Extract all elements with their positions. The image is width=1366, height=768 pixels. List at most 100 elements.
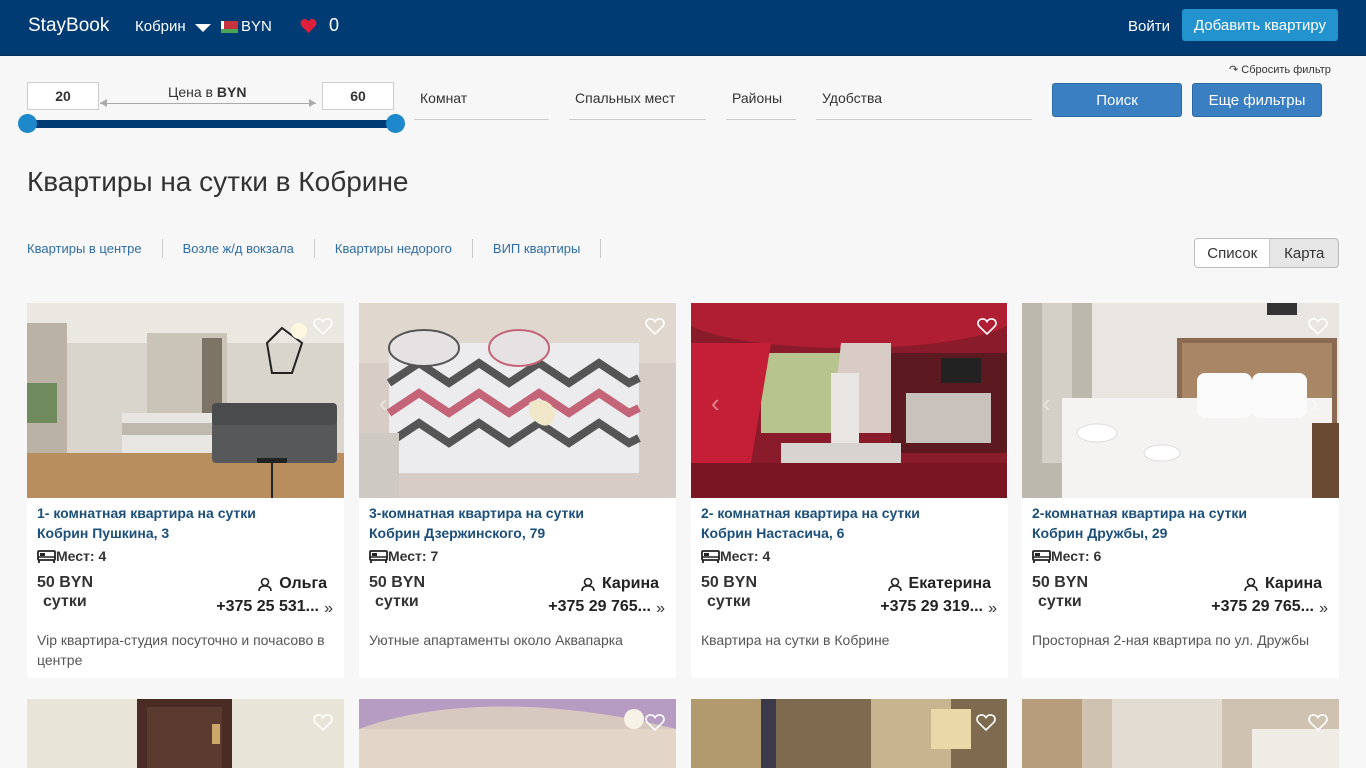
rooms-filter[interactable]: Комнат [414, 88, 549, 120]
listing-photo[interactable]: ‹ [359, 303, 676, 498]
price-max-input[interactable]: 60 [322, 82, 394, 110]
login-link[interactable]: Войти [1128, 18, 1170, 35]
listing-photo[interactable]: ‹ › [1022, 303, 1339, 498]
listing-card[interactable] [359, 699, 676, 768]
user-icon [1244, 577, 1258, 591]
host-name: Ольга [279, 575, 327, 592]
host-phone[interactable]: +375 29 765... [1211, 598, 1314, 616]
listing-title[interactable]: 1- комнатная квартира на сутки Кобрин Пу… [37, 503, 337, 543]
listing-type: 1- комнатная квартира на сутки [37, 505, 256, 521]
quicklink-center[interactable]: Квартиры в центре [27, 239, 163, 258]
price-label: Цена в BYN [168, 84, 246, 100]
favorites-link[interactable]: 0 [300, 15, 339, 36]
prev-photo-arrow[interactable]: ‹ [711, 388, 720, 419]
reset-filter-link[interactable]: ↷ Сбросить фильтр [1229, 63, 1331, 76]
listing-card[interactable] [691, 699, 1008, 768]
bed-icon [369, 550, 388, 563]
city-label: Кобрин [135, 18, 186, 35]
listing-title[interactable]: 2- комнатная квартира на сутки Кобрин На… [701, 503, 1001, 543]
listing-card[interactable] [1022, 699, 1339, 768]
favorite-heart-icon[interactable] [313, 317, 333, 340]
bed-icon [37, 550, 56, 563]
price-currency: BYN [216, 84, 247, 100]
listing-host: Карина [1244, 575, 1322, 593]
prev-photo-arrow[interactable]: ‹ [1042, 388, 1051, 419]
listing-card[interactable]: 1- комнатная квартира на сутки Кобрин Пу… [27, 303, 344, 678]
listing-card[interactable]: ‹ 3-комнатная квартира на сутки Кобрин Д… [359, 303, 676, 678]
map-view-button[interactable]: Карта [1270, 239, 1338, 267]
listing-title[interactable]: 2-комнатная квартира на сутки Кобрин Дру… [1032, 503, 1332, 543]
heart-icon [300, 19, 317, 33]
city-selector[interactable]: Кобрин [135, 18, 211, 35]
price-slider-min-handle[interactable] [18, 114, 37, 133]
price-label-text: Цена в [168, 84, 213, 100]
price-slider-track[interactable] [27, 120, 395, 128]
add-apartment-button[interactable]: Добавить квартиру [1182, 9, 1338, 41]
listing-title[interactable]: 3-комнатная квартира на сутки Кобрин Дзе… [369, 503, 669, 543]
price-slider-max-handle[interactable] [386, 114, 405, 133]
listing-card[interactable] [27, 699, 344, 768]
host-phone[interactable]: +375 25 531... [216, 598, 319, 616]
quick-filter-links: Квартиры в центре Возле ж/д вокзала Квар… [27, 239, 621, 258]
more-filters-button[interactable]: Еще фильтры [1192, 83, 1322, 117]
listing-photo[interactable] [691, 699, 1007, 768]
bed-icon [701, 550, 720, 563]
price-range-arrow [100, 99, 316, 107]
view-toggle: Список Карта [1194, 238, 1339, 268]
listing-photo[interactable] [359, 699, 676, 768]
double-chevron-right-icon[interactable]: » [988, 600, 997, 618]
favorite-heart-icon[interactable] [1308, 317, 1328, 340]
user-icon [258, 577, 273, 591]
price-value: 50 BYN [1032, 574, 1089, 591]
double-chevron-right-icon[interactable]: » [1319, 600, 1328, 618]
host-phone[interactable]: +375 29 319... [880, 598, 983, 616]
listing-photo[interactable]: ‹ [691, 303, 1008, 498]
quicklink-cheap[interactable]: Квартиры недорого [335, 239, 473, 258]
listing-places: Мест: 4 [701, 548, 770, 564]
double-chevron-right-icon[interactable]: » [324, 600, 333, 618]
listing-type: 2-комнатная квартира на сутки [1032, 505, 1248, 521]
favorite-heart-icon[interactable] [645, 713, 665, 736]
listing-description: Vip квартира-студия посуточно и почасово… [37, 632, 325, 668]
host-phone[interactable]: +375 29 765... [548, 598, 651, 616]
listing-photo[interactable] [27, 699, 344, 768]
prev-photo-arrow[interactable]: ‹ [379, 388, 388, 419]
listing-address: Кобрин Дружбы, 29 [1032, 525, 1168, 541]
favorite-heart-icon[interactable] [977, 317, 997, 340]
user-icon [581, 577, 595, 591]
listing-type: 2- комнатная квартира на сутки [701, 505, 920, 521]
favorite-heart-icon[interactable] [976, 713, 996, 736]
places-count: Мест: 7 [388, 548, 439, 564]
bed-icon [1032, 550, 1051, 563]
next-photo-arrow[interactable]: › [1310, 388, 1319, 419]
host-name: Екатерина [908, 575, 991, 592]
page-title: Квартиры на сутки в Кобрине [27, 166, 409, 197]
user-icon [887, 577, 902, 591]
listing-card[interactable]: ‹ › 2-комнатная квартира на сутки Кобрин… [1022, 303, 1339, 678]
listing-address: Кобрин Дзержинского, 79 [369, 525, 546, 541]
brand-logo[interactable]: StayBook [28, 15, 109, 37]
places-count: Мест: 4 [720, 548, 771, 564]
districts-filter[interactable]: Районы [726, 88, 796, 120]
price-period: сутки [1038, 593, 1082, 610]
list-view-button[interactable]: Список [1195, 239, 1271, 267]
listing-photo[interactable] [1022, 699, 1339, 768]
search-button[interactable]: Поиск [1052, 83, 1182, 117]
favorite-heart-icon[interactable] [1308, 713, 1328, 736]
amenities-filter[interactable]: Удобства [816, 88, 1032, 120]
double-chevron-right-icon[interactable]: » [656, 600, 665, 618]
listing-price: 50 BYN сутки [37, 573, 93, 611]
currency-selector[interactable]: BYN [221, 18, 272, 35]
places-count: Мест: 6 [1051, 548, 1102, 564]
favorite-heart-icon[interactable] [645, 317, 665, 340]
quicklink-vip[interactable]: ВИП квартиры [493, 239, 602, 258]
quicklink-station[interactable]: Возле ж/д вокзала [183, 239, 315, 258]
listing-photo[interactable] [27, 303, 344, 498]
listing-description: Квартира на сутки в Кобрине [701, 632, 890, 648]
places-count: Мест: 4 [56, 548, 107, 564]
listing-card[interactable]: ‹ 2- комнатная квартира на сутки Кобрин … [691, 303, 1008, 678]
price-min-input[interactable]: 20 [27, 82, 99, 110]
price-period: сутки [707, 593, 751, 610]
favorite-heart-icon[interactable] [313, 713, 333, 736]
beds-filter[interactable]: Спальных мест [569, 88, 706, 120]
